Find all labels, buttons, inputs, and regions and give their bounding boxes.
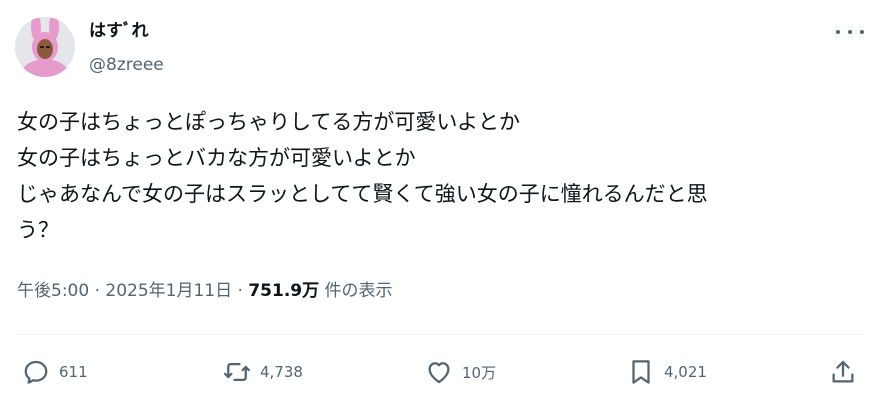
- avatar[interactable]: [15, 17, 75, 77]
- divider: [17, 334, 866, 335]
- bunny-avatar-icon: [15, 17, 75, 77]
- display-name[interactable]: はすﾞれ: [89, 20, 149, 42]
- separator: ·: [94, 281, 100, 301]
- tweet-line: う？: [17, 218, 59, 242]
- like-button[interactable]: 10万: [424, 352, 496, 392]
- view-label: 件の表示: [324, 281, 393, 301]
- tweet-date[interactable]: 2025年1月11日: [105, 281, 232, 301]
- tweet-line: 女の子はちょっとバカな方が可愛いよとか: [17, 146, 416, 170]
- tweet-line: 女の子はちょっとぽっちゃりしてる方が可愛いよとか: [17, 110, 520, 134]
- reply-icon: [24, 360, 48, 384]
- share-icon: [832, 360, 854, 383]
- user-handle[interactable]: @8zreee: [89, 54, 164, 76]
- bookmark-icon: [632, 360, 650, 384]
- tweet-text: 女の子はちょっとぽっちゃりしてる方が可愛いよとか 女の子はちょっとバカな方が可愛…: [17, 104, 877, 248]
- repost-icon: [224, 363, 250, 381]
- heart-icon: [428, 362, 450, 384]
- reply-button[interactable]: 611: [21, 352, 88, 392]
- like-count: 10万: [462, 363, 497, 382]
- tweet-line: じゃあなんで女の子はスラッとしてて賢くて強い女の子に憧れるんだと思: [17, 182, 708, 206]
- share-button[interactable]: [828, 352, 858, 392]
- tweet-meta: 午後5:00 · 2025年1月11日 · 751.9万 件の表示: [17, 280, 393, 302]
- action-bar: 611 4,738 10万 4,021: [0, 352, 895, 392]
- repost-button[interactable]: 4,738: [222, 352, 303, 392]
- separator: ·: [237, 281, 243, 301]
- reply-count: 611: [59, 363, 88, 381]
- tweet-time[interactable]: 午後5:00: [17, 281, 89, 301]
- bookmark-count: 4,021: [664, 363, 707, 381]
- repost-count: 4,738: [260, 363, 303, 381]
- bookmark-button[interactable]: 4,021: [626, 352, 707, 392]
- more-icon[interactable]: [836, 22, 864, 42]
- view-count: 751.9万: [248, 281, 320, 301]
